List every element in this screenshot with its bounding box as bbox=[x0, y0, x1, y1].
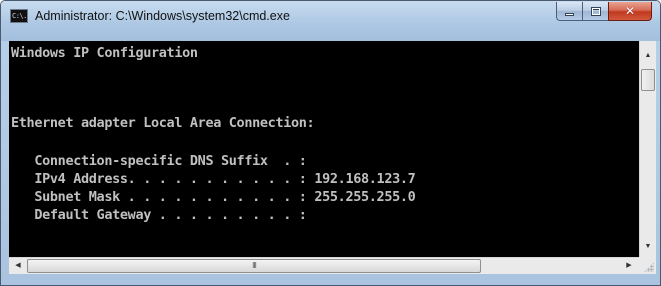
vertical-scroll-thumb[interactable] bbox=[641, 69, 655, 91]
console-line: Windows IP Configuration bbox=[11, 45, 198, 61]
cmd-icon[interactable]: C:\. bbox=[10, 9, 28, 23]
horizontal-scrollbar[interactable]: ◀ III ▶ bbox=[9, 257, 639, 274]
title-bar[interactable]: C:\. Administrator: C:\Windows\system32\… bbox=[1, 1, 660, 41]
vertical-scrollbar[interactable]: ▲ ▼ bbox=[639, 41, 656, 257]
maximize-icon bbox=[590, 6, 601, 16]
console-output[interactable]: Windows IP Configuration Ethernet adapte… bbox=[9, 41, 639, 257]
window-controls: ✕ bbox=[556, 2, 652, 22]
thumb-grip-icon: III bbox=[252, 261, 257, 270]
resize-grip-icon[interactable] bbox=[644, 262, 654, 272]
window-title: Administrator: C:\Windows\system32\cmd.e… bbox=[35, 9, 290, 23]
close-button[interactable]: ✕ bbox=[608, 2, 652, 21]
scroll-left-icon[interactable]: ◀ bbox=[10, 258, 26, 274]
console-line: Subnet Mask . . . . . . . . . . . : 255.… bbox=[11, 189, 416, 205]
cmd-window: C:\. Administrator: C:\Windows\system32\… bbox=[0, 0, 661, 286]
close-icon: ✕ bbox=[624, 4, 636, 18]
console-line: Connection-specific DNS Suffix . : bbox=[11, 153, 307, 169]
console-line: Ethernet adapter Local Area Connection: bbox=[11, 115, 315, 131]
console-line: IPv4 Address. . . . . . . . . . . : 192.… bbox=[11, 171, 416, 187]
scroll-right-icon[interactable]: ▶ bbox=[621, 258, 637, 274]
scroll-down-icon[interactable]: ▼ bbox=[640, 238, 656, 255]
minimize-icon bbox=[565, 13, 574, 16]
horizontal-scroll-thumb[interactable]: III bbox=[27, 259, 481, 273]
resize-corner[interactable] bbox=[639, 257, 656, 274]
console-line: Default Gateway . . . . . . . . . : bbox=[11, 207, 307, 223]
maximize-button[interactable] bbox=[582, 2, 608, 21]
scroll-up-icon[interactable]: ▲ bbox=[640, 47, 656, 64]
minimize-button[interactable] bbox=[556, 2, 582, 21]
